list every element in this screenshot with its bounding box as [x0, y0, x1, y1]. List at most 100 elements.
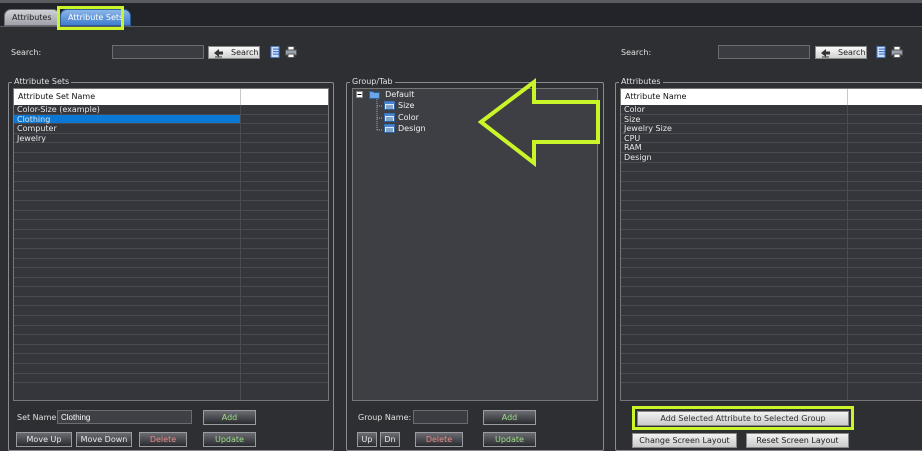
attributes-grid: Attribute Name Color Size Jewelry Size CPU R… [620, 88, 922, 401]
empty-row [621, 354, 922, 365]
move-down-button[interactable]: Move Down [76, 432, 132, 447]
add-group-button[interactable]: Add [483, 410, 536, 425]
tree-node-default[interactable]: Default [356, 90, 414, 99]
empty-row [14, 182, 328, 192]
group-name-input[interactable] [413, 410, 468, 424]
column-header-label: Attribute Name [625, 92, 687, 101]
collapse-icon[interactable] [356, 91, 363, 98]
attribute-set-row[interactable]: Jewelry [14, 134, 328, 144]
set-name-label: Set Name: [17, 413, 59, 422]
tree-node-label: Color [398, 112, 419, 122]
empty-row [14, 230, 328, 240]
search-arrow-icon [214, 49, 223, 58]
attribute-row[interactable]: Design [621, 153, 922, 163]
empty-row [621, 249, 922, 259]
attribute-row[interactable]: Size [621, 115, 922, 125]
column-header-label: Attribute Set Name [18, 92, 96, 101]
export-icon[interactable] [270, 46, 282, 58]
empty-row [621, 259, 922, 269]
attribute-row[interactable]: Jewelry Size [621, 124, 922, 134]
tree-node-color[interactable]: Color [384, 112, 419, 122]
attribute-set-row[interactable]: Color-Size (example) [14, 105, 328, 115]
attribute-row-label: Design [624, 152, 652, 162]
empty-row [14, 143, 328, 153]
export-icon[interactable] [876, 46, 888, 58]
left-search-input[interactable] [112, 45, 204, 59]
attribute-sets-grid: Attribute Set Name Color-Size (example) C… [13, 88, 329, 401]
update-set-button[interactable]: Update [203, 432, 256, 447]
empty-row [14, 172, 328, 182]
empty-row [14, 287, 328, 297]
attribute-name-header[interactable]: Attribute Name [621, 89, 922, 105]
right-search-label: Search: [621, 48, 652, 57]
empty-row [621, 364, 922, 374]
group-name-label: Group Name: [358, 413, 412, 422]
attribute-row-label: Size [624, 114, 641, 124]
empty-row [621, 316, 922, 326]
attribute-set-row-label: Clothing [17, 114, 51, 124]
print-icon[interactable] [891, 46, 903, 58]
attribute-sets-title: Attribute Sets [12, 77, 72, 87]
attribute-row[interactable]: CPU [621, 134, 922, 144]
empty-row [621, 163, 922, 173]
change-screen-layout-button[interactable]: Change Screen Layout [632, 433, 737, 448]
tab-attributes[interactable]: Attributes [4, 9, 60, 26]
attribute-row[interactable]: RAM [621, 143, 922, 153]
tab-bar: Attributes Attribute Sets [0, 0, 922, 27]
empty-row [621, 345, 922, 355]
tree-node-label: Design [398, 124, 426, 133]
empty-row [14, 163, 328, 173]
empty-row [621, 297, 922, 307]
empty-row [621, 374, 922, 384]
right-search-button[interactable]: Search [815, 46, 867, 59]
reset-screen-layout-button[interactable]: Reset Screen Layout [746, 433, 849, 448]
group-item-icon [384, 124, 395, 133]
left-search-button[interactable]: Search [208, 46, 260, 59]
add-selected-attribute-button[interactable]: Add Selected Attribute to Selected Group [637, 411, 849, 426]
attribute-row-label: CPU [624, 133, 641, 143]
attribute-row-label: Color [624, 105, 645, 114]
empty-row [14, 374, 328, 384]
tree-node-design[interactable]: Design [384, 124, 426, 133]
tree-node-size[interactable]: Size [384, 101, 414, 110]
empty-row [14, 201, 328, 211]
set-name-input[interactable] [57, 410, 192, 424]
empty-row [621, 268, 922, 278]
empty-row [621, 172, 922, 182]
empty-row [14, 306, 328, 317]
delete-group-button[interactable]: Delete [415, 432, 463, 447]
attribute-set-row-label: Color-Size (example) [17, 105, 100, 114]
attributes-title: Attributes [619, 77, 663, 87]
right-search-button-label: Search [838, 48, 866, 57]
move-up-button[interactable]: Move Up [16, 432, 72, 447]
add-set-button[interactable]: Add [203, 410, 256, 425]
empty-row [14, 153, 328, 163]
delete-set-button[interactable]: Delete [139, 432, 187, 447]
empty-row [621, 230, 922, 240]
title-strip [0, 0, 922, 3]
attribute-set-name-header[interactable]: Attribute Set Name [14, 89, 328, 105]
tree-node-default-label: Default [385, 90, 415, 99]
empty-row [14, 220, 328, 230]
attribute-set-row[interactable]: Computer [14, 124, 328, 134]
empty-row [621, 211, 922, 221]
empty-row [621, 201, 922, 211]
empty-row [621, 182, 922, 192]
empty-row [14, 278, 328, 288]
attribute-set-row[interactable]: Clothing [14, 114, 328, 125]
tab-attribute-sets[interactable]: Attribute Sets [60, 9, 132, 26]
group-up-button[interactable]: Up [357, 432, 377, 447]
empty-row [14, 364, 328, 374]
print-icon[interactable] [285, 46, 297, 58]
attribute-row-label: RAM [624, 143, 642, 153]
left-search-label: Search: [11, 48, 42, 57]
group-down-button[interactable]: Dn [380, 432, 400, 447]
attribute-set-row-label: Computer [17, 124, 57, 134]
empty-row [621, 326, 922, 336]
attribute-set-row-label: Jewelry [17, 133, 46, 143]
attribute-row[interactable]: Color [621, 105, 922, 115]
empty-row [621, 191, 922, 201]
right-search-input[interactable] [718, 45, 810, 59]
update-group-button[interactable]: Update [483, 432, 536, 447]
group-tab-title: Group/Tab [350, 77, 395, 87]
